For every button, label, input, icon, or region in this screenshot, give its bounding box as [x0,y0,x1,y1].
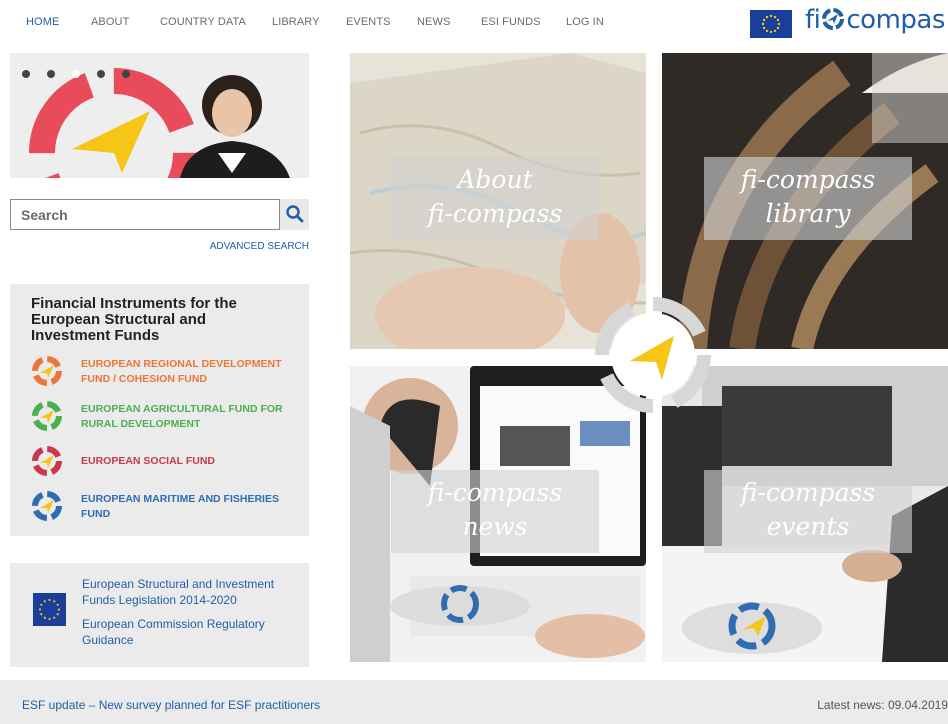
funds-panel: Financial Instruments for the European S… [10,284,309,536]
eu-flag-icon [750,10,792,38]
eafrd-compass-icon [32,401,62,431]
slider-dot[interactable] [97,70,105,78]
center-compass-icon [594,296,712,414]
logo-suffix: compas [846,5,945,35]
news-headline-link[interactable]: ESF update – New survey planned for ESF … [22,698,320,712]
fund-esf-label: EUROPEAN SOCIAL FUND [81,455,215,467]
logo-prefix: fi [805,5,821,35]
nav-events[interactable]: EVENTS [346,16,391,28]
ec-regulatory-guidance-link[interactable]: European Commission Regulatory Guidance [82,616,294,648]
nav-country-data[interactable]: COUNTRY DATA [160,16,246,28]
slider-dot[interactable] [47,70,55,78]
fund-emff-label: EUROPEAN MARITIME AND FISHERIES FUND [81,493,279,520]
slider-dot-current[interactable] [72,70,80,78]
nav-about[interactable]: ABOUT [91,16,129,28]
eu-flag-icon [33,593,66,626]
nav-home[interactable]: HOME [26,16,59,28]
top-navigation: HOME ABOUT COUNTRY DATA LIBRARY EVENTS N… [0,0,948,46]
tile-about-line1: About [457,165,533,194]
funds-panel-title: Financial Instruments for the European S… [31,295,237,344]
fund-esf-link[interactable]: EUROPEAN SOCIAL FUND [30,444,300,478]
esf-compass-icon [32,446,62,476]
search-button[interactable] [280,199,309,230]
nav-news[interactable]: NEWS [417,16,450,28]
fund-erdf-label: EUROPEAN REGIONAL DEVELOPMENT FUND / COH… [81,358,282,385]
fund-eafrd-label: EUROPEAN AGRICULTURAL FUND FOR RURAL DEV… [81,403,283,430]
tile-events-line1: fi-compass [740,478,876,507]
tile-library-line2: library [765,199,851,228]
search-icon [286,205,304,223]
erdf-compass-icon [32,356,62,386]
tile-news-label: fi-compass news [391,470,599,553]
latest-news-date: Latest news: 09.04.2019 [817,698,948,712]
tile-about-label: About fi-compass [391,157,599,240]
legislation-panel: European Structural and Investment Funds… [10,563,309,667]
tile-about-line2: fi-compass [427,199,563,228]
tile-library-line1: fi-compass [740,165,876,194]
tile-events-label: fi-compass events [704,470,912,553]
slider-dots [22,65,147,83]
fund-eafrd-link[interactable]: EUROPEAN AGRICULTURAL FUND FOR RURAL DEV… [30,399,300,433]
esif-legislation-link[interactable]: European Structural and Investment Funds… [82,576,294,608]
fi-compass-logo[interactable]: fi compas [805,5,945,35]
tile-library-label: fi-compass library [704,157,912,240]
nav-library[interactable]: LIBRARY [272,16,320,28]
compass-logo-icon [821,7,845,31]
search-input[interactable] [10,199,280,230]
tile-news-line2: news [462,512,528,541]
advanced-search-link[interactable]: ADVANCED SEARCH [180,241,309,252]
slider-dot[interactable] [22,70,30,78]
nav-esi-funds[interactable]: ESI FUNDS [481,16,541,28]
fund-erdf-link[interactable]: EUROPEAN REGIONAL DEVELOPMENT FUND / COH… [30,354,300,388]
fund-emff-link[interactable]: EUROPEAN MARITIME AND FISHERIES FUND [30,489,300,523]
hero-slider[interactable] [10,53,309,178]
news-ticker: ESF update – New survey planned for ESF … [0,680,948,724]
tile-events-line2: events [766,512,850,541]
tile-news-line1: fi-compass [427,478,563,507]
slider-dot[interactable] [122,70,130,78]
emff-compass-icon [32,491,62,521]
nav-log-in[interactable]: LOG IN [566,16,604,28]
